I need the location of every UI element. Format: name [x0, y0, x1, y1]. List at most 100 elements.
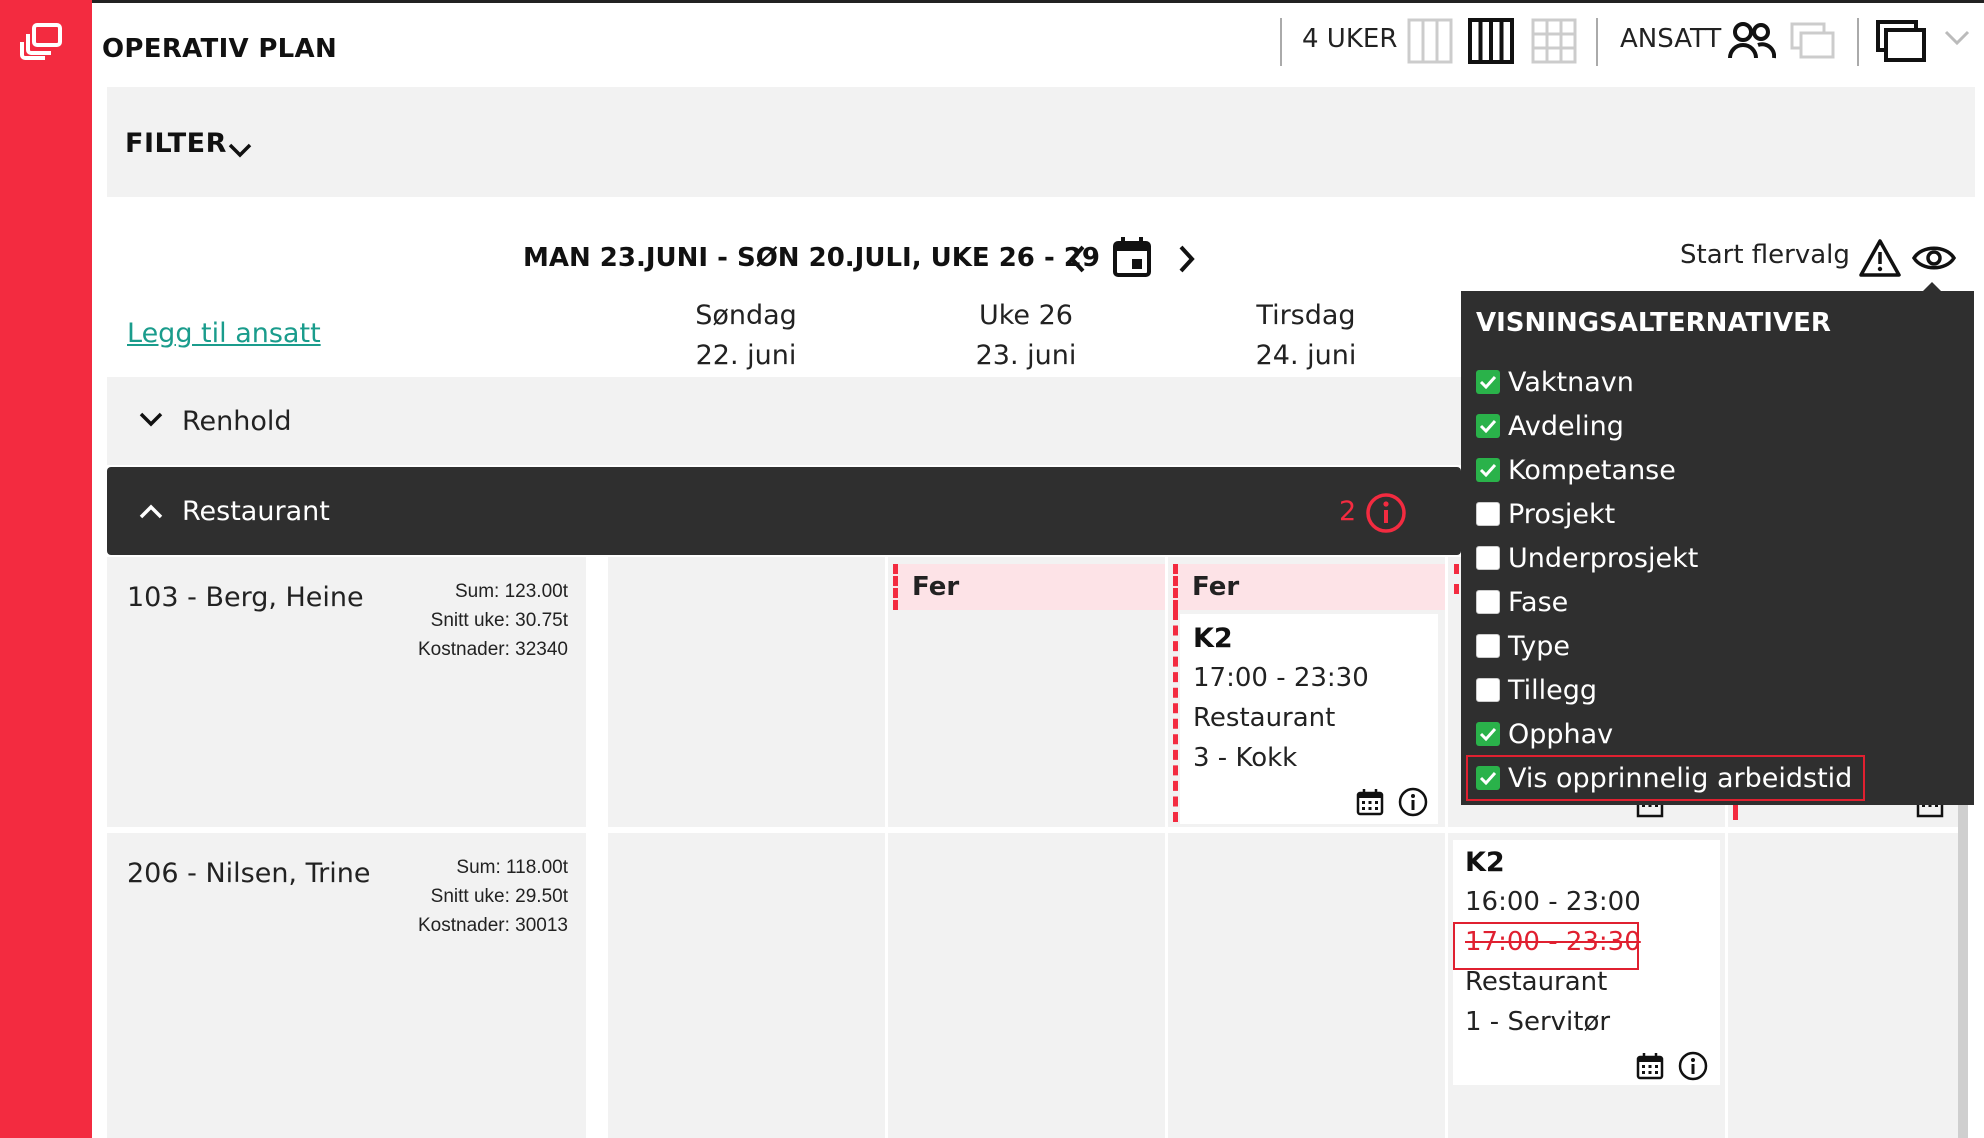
chevron-down-icon[interactable]	[139, 412, 163, 428]
top-border	[92, 0, 1984, 3]
warning-icon[interactable]	[1858, 238, 1902, 278]
option-vaktnavn[interactable]: Vaktnavn	[1476, 362, 1634, 402]
employee-name[interactable]: 206 - Nilsen, Trine	[127, 858, 370, 889]
day-header-tuesday: Tirsdag 24. juni	[1166, 296, 1446, 376]
calendar-grid-icon[interactable]	[1636, 1052, 1664, 1080]
day-cell[interactable]	[608, 833, 885, 1138]
info-icon[interactable]	[1365, 492, 1407, 534]
checkbox-checked[interactable]	[1476, 458, 1500, 482]
app-switcher-icon[interactable]	[20, 22, 64, 62]
filter-bar	[107, 87, 1975, 197]
info-icon[interactable]	[1398, 787, 1428, 817]
employee-stats: Sum: 123.00t Snitt uke: 30.75t Kostnader…	[360, 577, 568, 664]
checkbox-unchecked[interactable]	[1476, 502, 1500, 526]
start-multiselect-button[interactable]: Start flervalg	[1680, 240, 1850, 270]
screens-icon[interactable]	[1790, 22, 1836, 62]
stat-sum: Sum: 118.00t	[456, 857, 568, 878]
day-cell[interactable]	[1168, 833, 1445, 1138]
shift-time: 16:00 - 23:00	[1465, 887, 1641, 917]
day-cell[interactable]	[608, 557, 885, 827]
filter-toggle[interactable]: FILTER	[125, 128, 227, 159]
option-tillegg[interactable]: Tillegg	[1476, 670, 1597, 710]
option-fase[interactable]: Fase	[1476, 582, 1568, 622]
chevron-down-icon[interactable]	[1944, 30, 1970, 46]
stat-cost: Kostnader: 30013	[417, 915, 568, 936]
option-label: Tillegg	[1508, 674, 1598, 706]
stat-avg: Snitt uke: 30.75t	[430, 610, 568, 631]
day-name: Søndag	[695, 300, 797, 331]
option-label: Underprosjekt	[1508, 542, 1699, 574]
option-avdeling[interactable]: Avdeling	[1476, 406, 1624, 446]
leave-label: Fer	[912, 572, 960, 602]
checkbox-checked[interactable]	[1476, 414, 1500, 438]
shift-role: 1 - Servitør	[1465, 1007, 1611, 1037]
leave-label: Fer	[1192, 572, 1240, 602]
option-highlight	[1466, 755, 1865, 801]
warning-count: 2	[1339, 496, 1357, 527]
shift-department: Restaurant	[1193, 703, 1336, 733]
option-label: Opphav	[1508, 718, 1614, 750]
checkbox-unchecked[interactable]	[1476, 546, 1500, 570]
shift-department: Restaurant	[1465, 967, 1608, 997]
view-4-columns-icon[interactable]	[1467, 17, 1515, 65]
original-time-highlight	[1453, 922, 1639, 970]
day-header-sunday: Søndag 22. juni	[606, 296, 886, 376]
day-date: 24. juni	[1255, 340, 1357, 371]
shift-title: K2	[1193, 623, 1233, 654]
toolbar-divider	[1280, 18, 1282, 66]
day-cell[interactable]	[888, 833, 1165, 1138]
sidebar	[0, 0, 92, 1138]
toolbar-divider	[1857, 18, 1859, 66]
group-label-renhold: Renhold	[182, 406, 292, 437]
employee-view-label: ANSATT	[1620, 24, 1722, 54]
day-date: 23. juni	[975, 340, 1077, 371]
day-name: Uke 26	[979, 300, 1073, 331]
page-title: OPERATIV PLAN	[102, 34, 338, 64]
option-label: Vaktnavn	[1508, 366, 1634, 398]
scrollbar[interactable]	[1958, 780, 1968, 1138]
calendar-grid-icon[interactable]	[1356, 788, 1384, 816]
checkbox-checked[interactable]	[1476, 722, 1500, 746]
chevron-up-icon[interactable]	[139, 503, 163, 519]
date-range: MAN 23.JUNI - SØN 20.JULI, UKE 26 - 29	[523, 243, 1100, 273]
option-underprosjekt[interactable]: Underprosjekt	[1476, 538, 1698, 578]
day-header-week26: Uke 26 23. juni	[886, 296, 1166, 376]
day-name: Tirsdag	[1256, 300, 1356, 331]
window-icon[interactable]	[1876, 20, 1928, 62]
day-date: 22. juni	[695, 340, 797, 371]
view-options-title: VISNINGSALTERNATIVER	[1476, 308, 1831, 338]
add-employee-link[interactable]: Legg til ansatt	[127, 318, 321, 349]
option-label: Kompetanse	[1508, 454, 1676, 486]
option-opphav[interactable]: Opphav	[1476, 714, 1613, 754]
employee-name[interactable]: 103 - Berg, Heine	[127, 582, 364, 613]
shift-role: 3 - Kokk	[1193, 743, 1298, 773]
people-icon[interactable]	[1728, 20, 1776, 62]
checkbox-unchecked[interactable]	[1476, 634, 1500, 658]
checkbox-checked[interactable]	[1476, 370, 1500, 394]
next-period-icon[interactable]	[1178, 244, 1196, 274]
option-prosjekt[interactable]: Prosjekt	[1476, 494, 1615, 534]
calendar-icon[interactable]	[1112, 236, 1152, 278]
stat-sum: Sum: 123.00t	[454, 581, 568, 602]
view-grid-icon[interactable]	[1530, 17, 1578, 65]
option-label: Avdeling	[1508, 410, 1624, 442]
toolbar-divider	[1596, 18, 1598, 66]
option-label: Prosjekt	[1508, 498, 1616, 530]
option-type[interactable]: Type	[1476, 626, 1570, 666]
eye-icon[interactable]	[1912, 242, 1956, 274]
info-icon[interactable]	[1678, 1051, 1708, 1081]
group-row-renhold[interactable]	[107, 377, 1461, 465]
day-cell[interactable]	[1728, 833, 1958, 1138]
option-label: Type	[1508, 630, 1571, 662]
shift-title: K2	[1465, 847, 1505, 878]
prev-period-icon[interactable]	[1068, 244, 1086, 274]
checkbox-unchecked[interactable]	[1476, 590, 1500, 614]
filter-chevron-icon[interactable]	[228, 143, 252, 159]
shift-time: 17:00 - 23:30	[1193, 663, 1369, 693]
checkbox-unchecked[interactable]	[1476, 678, 1500, 702]
option-label: Fase	[1508, 586, 1569, 618]
option-kompetanse[interactable]: Kompetanse	[1476, 450, 1676, 490]
view-2-columns-icon[interactable]	[1406, 17, 1454, 65]
group-label-restaurant: Restaurant	[182, 496, 330, 527]
stat-cost: Kostnader: 32340	[417, 639, 568, 660]
